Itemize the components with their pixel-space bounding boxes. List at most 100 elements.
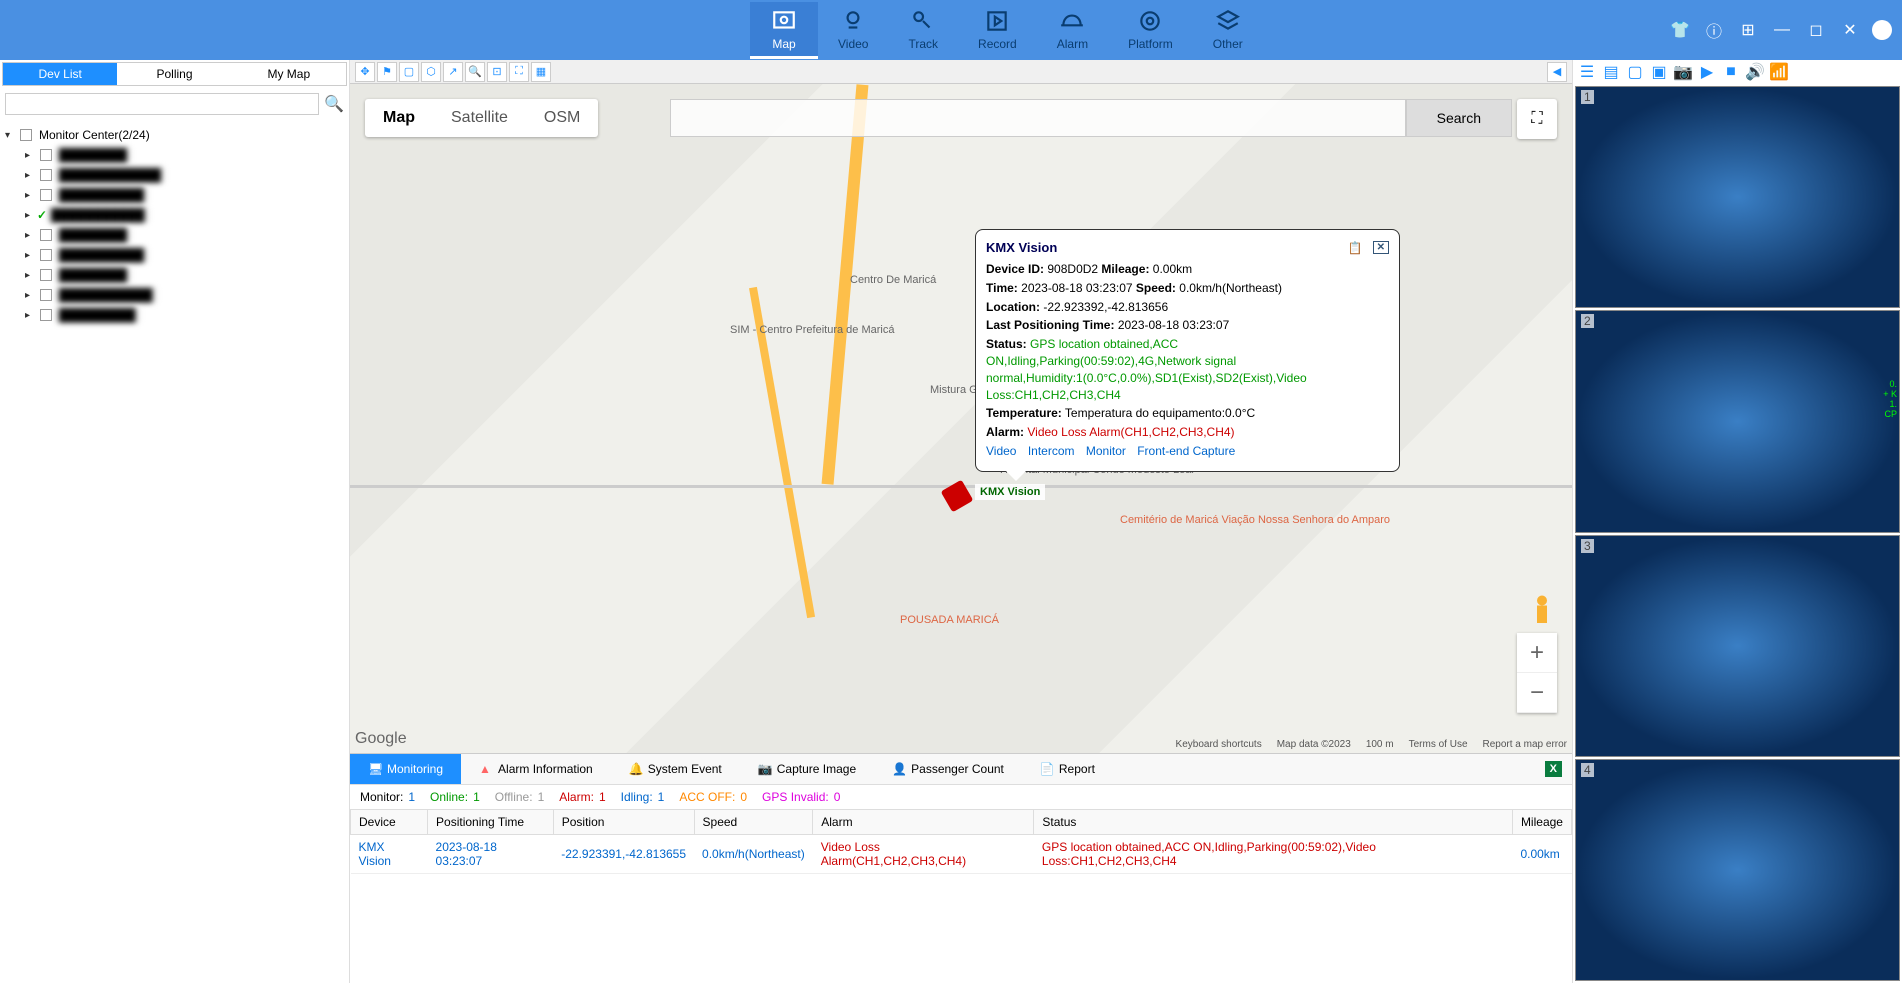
right-panel: ☰ ▤ ▢ ▣ 📷 ▶ ■ 🔊 📶 1 20.+ K1.CP 3 4	[1572, 60, 1902, 983]
link-video[interactable]: Video	[986, 444, 1016, 458]
tab-sysevent[interactable]: 🔔System Event	[611, 754, 740, 784]
layout-quad-icon[interactable]: ▣	[1650, 63, 1668, 81]
maptype-osm[interactable]: OSM	[526, 99, 598, 137]
tab-devlist[interactable]: Dev List	[3, 63, 117, 85]
tree-item[interactable]: ▸████████	[5, 145, 344, 165]
snapshot-icon[interactable]: 📷	[1674, 63, 1692, 81]
tool-zoom-icon[interactable]: 🔍	[465, 62, 485, 82]
map-attribution: Keyboard shortcuts Map data ©2023 100 m …	[1176, 739, 1567, 750]
tab-mymap[interactable]: My Map	[232, 63, 346, 85]
vehicle-info-popup: KMX Vision 📋 ✕ Device ID: 908D0D2 Mileag…	[975, 229, 1400, 472]
table-header-row: Device Positioning Time Position Speed A…	[351, 810, 1572, 835]
zoom-in-button[interactable]: +	[1517, 633, 1557, 673]
tab-capture[interactable]: 📷Capture Image	[740, 754, 874, 784]
tab-polling[interactable]: Polling	[117, 63, 231, 85]
tool-line-icon[interactable]: ⬡	[421, 62, 441, 82]
maptype-map[interactable]: Map	[365, 99, 433, 137]
search-icon[interactable]: 🔍	[324, 94, 344, 114]
header-right: 👕 ⓘ ⊞ — ◻ ✕	[1668, 18, 1892, 42]
zoom-out-button[interactable]: −	[1517, 673, 1557, 713]
link-capture[interactable]: Front-end Capture	[1137, 444, 1235, 458]
maptype-satellite[interactable]: Satellite	[433, 99, 526, 137]
nav-platform[interactable]: Platform	[1108, 2, 1193, 59]
video-cell-3[interactable]: 3	[1575, 535, 1900, 757]
vehicle-icon	[941, 480, 974, 513]
bottom-panel: 🖥Monitoring ▲Alarm Information 🔔System E…	[350, 753, 1572, 983]
tab-alarminfo[interactable]: ▲Alarm Information	[461, 754, 611, 784]
tree-item[interactable]: ▸█████████	[5, 305, 344, 325]
left-sidebar: Dev List Polling My Map 🔍 ▾ Monitor Cent…	[0, 60, 350, 983]
table-row[interactable]: KMX Vision 2023-08-18 03:23:07 -22.92339…	[351, 835, 1572, 874]
sound-icon[interactable]: 🔊	[1746, 63, 1764, 81]
tree-root[interactable]: ▾ Monitor Center(2/24)	[5, 125, 344, 145]
tab-passenger[interactable]: 👤Passenger Count	[874, 754, 1022, 784]
nav-video[interactable]: Video	[818, 2, 888, 59]
signal-icon[interactable]: 📶	[1770, 63, 1788, 81]
layout-list-icon[interactable]: ☰	[1578, 63, 1596, 81]
video-cell-2[interactable]: 20.+ K1.CP	[1575, 310, 1900, 532]
device-search-input[interactable]	[5, 93, 319, 115]
tree-item[interactable]: ▸████████	[5, 225, 344, 245]
nav-record[interactable]: Record	[958, 2, 1037, 59]
nav-track[interactable]: Track	[888, 2, 958, 59]
maximize-icon[interactable]: ◻	[1804, 18, 1828, 42]
popup-close-icon[interactable]: ✕	[1373, 241, 1389, 254]
tree-item[interactable]: ▸███████████	[5, 285, 344, 305]
close-window-icon[interactable]: ✕	[1838, 18, 1862, 42]
vehicle-marker[interactable]: KMX Vision	[945, 484, 969, 508]
video-cell-1[interactable]: 1	[1575, 86, 1900, 308]
nav-other[interactable]: Other	[1193, 2, 1263, 59]
tool-fit-icon[interactable]: ⛶	[509, 62, 529, 82]
user-block[interactable]	[1872, 20, 1892, 40]
stop-icon[interactable]: ■	[1722, 63, 1740, 81]
tree-item[interactable]: ▸████████	[5, 265, 344, 285]
play-icon[interactable]: ▶	[1698, 63, 1716, 81]
terms-link[interactable]: Terms of Use	[1409, 739, 1468, 750]
camera-icon: 📷	[758, 762, 772, 776]
window-icon[interactable]: ⊞	[1736, 18, 1760, 42]
tab-monitoring[interactable]: 🖥Monitoring	[350, 754, 461, 784]
status-bar: Monitor:1 Online:1 Offline:1 Alarm:1 Idl…	[350, 785, 1572, 809]
alarm-icon	[1058, 7, 1086, 35]
link-monitor[interactable]: Monitor	[1086, 444, 1126, 458]
tool-collapse-icon[interactable]: ◀	[1547, 62, 1567, 82]
person-icon: 👤	[892, 762, 906, 776]
minimize-icon[interactable]: —	[1770, 18, 1794, 42]
other-icon	[1214, 7, 1242, 35]
link-intercom[interactable]: Intercom	[1028, 444, 1075, 458]
export-excel-button[interactable]: X	[1535, 754, 1572, 784]
sidebar-tabs: Dev List Polling My Map	[2, 62, 347, 86]
tree-item[interactable]: ▸████████████	[5, 165, 344, 185]
layout-single-icon[interactable]: ▢	[1626, 63, 1644, 81]
tree-item[interactable]: ▸██████████	[5, 245, 344, 265]
map-copyright: Map data ©2023	[1277, 739, 1351, 750]
tree-checkbox[interactable]	[20, 129, 32, 141]
tool-rect-icon[interactable]: ▢	[399, 62, 419, 82]
nav-alarm[interactable]: Alarm	[1037, 2, 1108, 59]
map-search-input[interactable]	[670, 99, 1406, 137]
tshirt-icon[interactable]: 👕	[1668, 18, 1692, 42]
video-cell-4[interactable]: 4	[1575, 759, 1900, 981]
tool-flag-icon[interactable]: ⚑	[377, 62, 397, 82]
tool-pan-icon[interactable]: ✥	[355, 62, 375, 82]
keyboard-shortcuts-link[interactable]: Keyboard shortcuts	[1176, 739, 1262, 750]
video-overlay-text: 0.+ K1.CP	[1881, 377, 1899, 421]
map-area[interactable]: SIM - Centro Prefeitura de Maricá Centro…	[350, 84, 1572, 753]
tab-report[interactable]: 📄Report	[1022, 754, 1113, 784]
fullscreen-icon[interactable]: ⛶	[1517, 99, 1557, 139]
info-icon[interactable]: ⓘ	[1702, 18, 1726, 42]
tool-route-icon[interactable]: ↗	[443, 62, 463, 82]
layout-grid-icon[interactable]: ▤	[1602, 63, 1620, 81]
tree-item[interactable]: ▸✓███████████	[5, 205, 344, 225]
popup-copy-icon[interactable]: 📋	[1348, 241, 1363, 255]
nav-map[interactable]: Map	[750, 2, 818, 59]
tree-item[interactable]: ▸██████████	[5, 185, 344, 205]
zoom-controls: + −	[1517, 633, 1557, 713]
tool-grid-icon[interactable]: ▦	[531, 62, 551, 82]
map-poi-label: POUSADA MARICÁ	[900, 614, 999, 626]
map-search-button[interactable]: Search	[1406, 99, 1512, 137]
report-error-link[interactable]: Report a map error	[1483, 739, 1567, 750]
pegman-icon[interactable]	[1527, 593, 1557, 633]
bell-icon: 🔔	[629, 762, 643, 776]
tool-area-icon[interactable]: ⊡	[487, 62, 507, 82]
